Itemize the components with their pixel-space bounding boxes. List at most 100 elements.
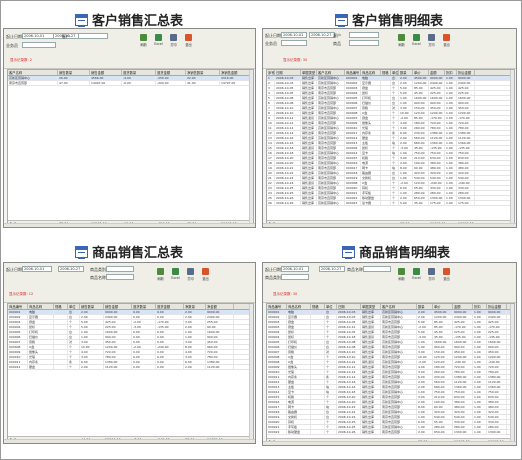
刷新-button[interactable]: 刷新 xyxy=(395,267,408,282)
table-cell: 380.00 xyxy=(453,400,473,404)
filter-input[interactable] xyxy=(349,32,379,38)
打印-button[interactable]: 打印 xyxy=(425,267,438,282)
column-header[interactable]: 商品名称 xyxy=(287,304,311,309)
filter-input[interactable] xyxy=(363,266,391,272)
column-header[interactable]: 商品名称 xyxy=(28,304,54,309)
table-cell: 000004 xyxy=(8,325,28,329)
filter-input[interactable] xyxy=(78,33,108,39)
column-header[interactable]: 退货金额 xyxy=(156,304,184,309)
filter-input[interactable] xyxy=(106,274,134,280)
column-header[interactable]: 折扣 xyxy=(473,304,487,309)
data-grid[interactable]: 序号 日期 单据类型 客户名称 商品编号 商品名称 规格 单位 数量 单价 金额 折扣 折后金额 1 200… xyxy=(266,69,515,227)
column-header[interactable]: 销售金额 xyxy=(90,70,122,75)
column-header[interactable]: 折后金额 xyxy=(487,304,507,309)
column-header[interactable]: 规格 xyxy=(311,304,325,309)
table-row[interactable]: 26 2006-10-26 销售出库 高新区营销中心 000023 读卡器 个 5.00 35.… xyxy=(267,201,514,206)
column-header[interactable]: 单据类型 xyxy=(301,70,317,75)
column-header[interactable]: 销售数量 xyxy=(58,70,90,75)
column-header[interactable]: 商品编号 xyxy=(8,304,28,309)
column-header[interactable]: 净数量 xyxy=(184,304,206,309)
column-header[interactable]: 退货金额 xyxy=(156,70,186,75)
excel-button[interactable]: Excel xyxy=(410,267,423,282)
table-cell: 1.00 xyxy=(445,171,457,175)
column-header[interactable]: 规格 xyxy=(54,304,68,309)
table-cell: -200.00 xyxy=(156,81,186,85)
刷新-button[interactable]: 刷新 xyxy=(137,33,150,48)
column-header[interactable]: 数量 xyxy=(399,70,413,75)
column-header[interactable]: 净销售金额 xyxy=(220,70,250,75)
退出-button[interactable]: 退出 xyxy=(199,267,212,282)
column-header[interactable]: 日期 xyxy=(337,304,361,309)
column-header[interactable]: 净金额 xyxy=(206,304,234,309)
column-header[interactable]: 金额 xyxy=(429,70,445,75)
filter-input[interactable]: 2006-10-01 xyxy=(22,266,52,272)
table-cell: 0.00 xyxy=(132,365,156,369)
data-grid[interactable]: 商品编号 商品名称 规格 单位 日期 单据类型 客户名称 数量 单价 金额 折扣 折后金额 000001… xyxy=(266,303,515,445)
table-cell: 3.00 xyxy=(184,320,206,324)
column-header[interactable]: 序号 xyxy=(267,70,275,75)
filter-input[interactable] xyxy=(106,266,134,272)
filter-input[interactable] xyxy=(349,40,379,46)
excel-button[interactable]: Excel xyxy=(152,33,165,48)
column-header[interactable]: 金额 xyxy=(453,304,473,309)
table-cell: 000014 xyxy=(345,151,361,155)
退出-button[interactable]: 退出 xyxy=(440,33,453,48)
table-cell: 000007 xyxy=(267,350,287,354)
column-header[interactable]: 退货数量 xyxy=(122,70,156,75)
column-header[interactable]: 单位 xyxy=(391,70,399,75)
table-cell: 000007 xyxy=(345,106,361,110)
table-cell: 2006-10-18 xyxy=(275,146,301,150)
data-grid[interactable]: 客户名称 销售数量 销售金额 退货数量 退货金额 净销售数量 净销售金额 高新区营销中心 26.… xyxy=(7,69,254,227)
table-cell xyxy=(381,151,391,155)
table-row[interactable]: 000012 硬盘个 2.00 1120.00 0.00 0.00 2.00 1120.00 xyxy=(8,365,253,370)
column-header[interactable]: 折扣 xyxy=(445,70,457,75)
刷新-button[interactable]: 刷新 xyxy=(154,267,167,282)
打印-button[interactable]: 打印 xyxy=(167,33,180,48)
column-header[interactable]: 数量 xyxy=(417,304,433,309)
column-header[interactable]: 折后金额 xyxy=(457,70,475,75)
filter-input[interactable]: 2006-10-27 xyxy=(309,32,335,38)
vertical-scrollbar[interactable] xyxy=(249,304,253,442)
filter-input[interactable] xyxy=(22,42,56,48)
column-header[interactable]: 单价 xyxy=(413,70,429,75)
column-header[interactable]: 客户名称 xyxy=(317,70,345,75)
filter-input[interactable]: 2006-10-27 xyxy=(58,266,84,272)
column-header[interactable]: 日期 xyxy=(275,70,301,75)
table-row[interactable]: 000022 移动硬盘 个 2006-10-26 销售出库 南京市直营部 2.00 650.0… xyxy=(267,430,514,435)
table-cell: 1300.00 xyxy=(487,430,507,434)
table-cell: 9000.00 xyxy=(206,310,234,314)
column-header[interactable]: 单价 xyxy=(433,304,453,309)
table-row[interactable]: 南京市直营部 47.00 14997.00 -6.00 -200.00 41.00 1479… xyxy=(8,81,253,86)
column-header[interactable]: 单位 xyxy=(68,304,80,309)
column-header[interactable]: 客户名称 xyxy=(8,70,58,75)
退出-button[interactable]: 退出 xyxy=(440,267,453,282)
filter-input[interactable] xyxy=(281,40,307,46)
column-header[interactable]: 单据类型 xyxy=(361,304,381,309)
退出-button[interactable]: 退出 xyxy=(182,33,195,48)
刷新-button[interactable]: 刷新 xyxy=(395,33,408,48)
filter-input[interactable] xyxy=(281,274,309,280)
column-header[interactable]: 商品编号 xyxy=(267,304,287,309)
column-header[interactable]: 客户名称 xyxy=(381,304,417,309)
excel-button[interactable]: Excel xyxy=(410,33,423,48)
filter-input[interactable]: 2006-10-01 xyxy=(22,33,56,39)
table-cell: 2.00 xyxy=(184,325,206,329)
column-header[interactable]: 单位 xyxy=(325,304,337,309)
excel-button[interactable]: Excel xyxy=(169,267,182,282)
vertical-scrollbar[interactable] xyxy=(249,70,253,226)
column-header[interactable]: 规格 xyxy=(381,70,391,75)
filter-input[interactable]: 2006-10-27 xyxy=(319,266,345,272)
column-header[interactable]: 商品编号 xyxy=(345,70,361,75)
filter-input[interactable]: 2006-10-01 xyxy=(281,32,307,38)
column-header[interactable]: 商品名称 xyxy=(361,70,381,75)
vertical-scrollbar[interactable] xyxy=(510,70,514,226)
vertical-scrollbar[interactable] xyxy=(510,304,514,444)
column-header[interactable]: 销售数量 xyxy=(80,304,104,309)
column-header[interactable]: 退货数量 xyxy=(132,304,156,309)
filter-input[interactable]: 2006-10-01 xyxy=(281,266,309,272)
data-grid[interactable]: 商品编号 商品名称 规格 单位 销售数量 销售金额 退货数量 退货金额 净数量 净金额 000001… xyxy=(7,303,254,443)
column-header[interactable]: 净销售数量 xyxy=(186,70,220,75)
打印-button[interactable]: 打印 xyxy=(184,267,197,282)
打印-button[interactable]: 打印 xyxy=(425,33,438,48)
column-header[interactable]: 销售金额 xyxy=(104,304,132,309)
